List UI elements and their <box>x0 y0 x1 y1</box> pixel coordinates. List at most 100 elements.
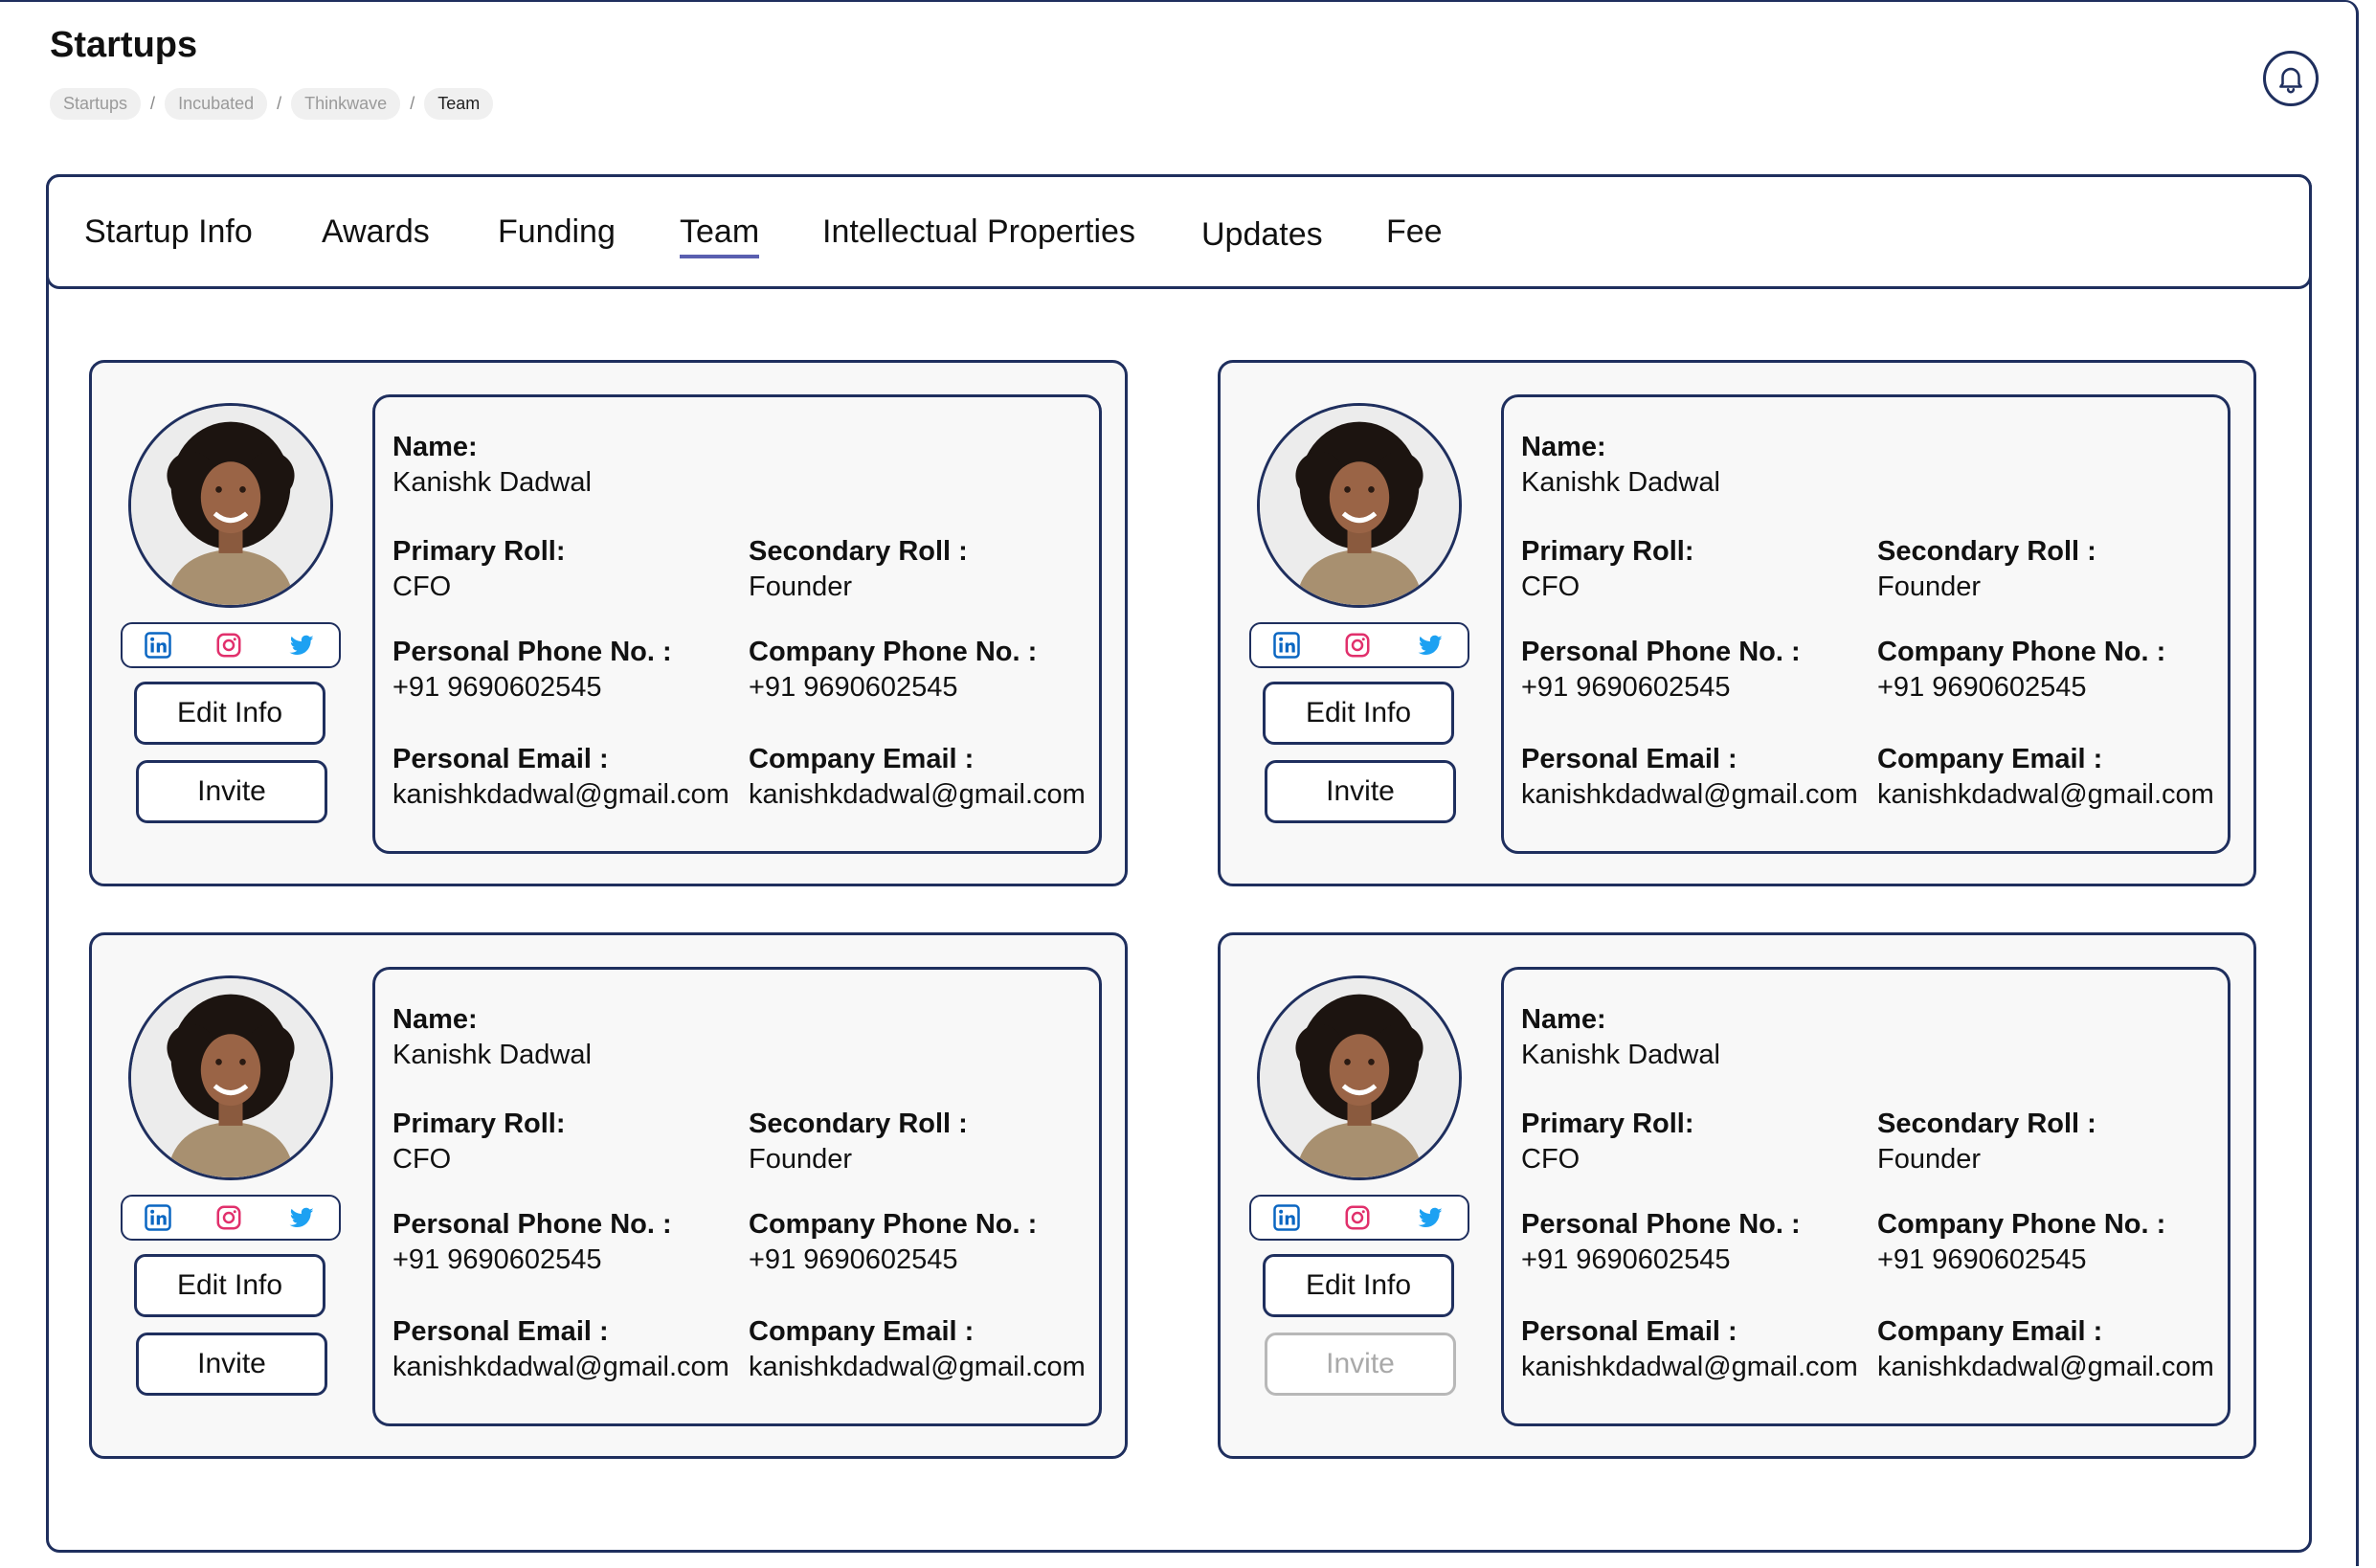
personal-email-label: Personal Email : <box>1521 1316 1737 1347</box>
invite-button[interactable]: Invite <box>136 1333 327 1396</box>
company-phone-value: +91 9690602545 <box>1877 672 2087 703</box>
personal-email-label: Personal Email : <box>1521 744 1737 774</box>
breadcrumb-separator: / <box>150 94 156 113</box>
secondary-roll-label: Secondary Roll : <box>1877 1109 2096 1139</box>
personal-phone-value: +91 9690602545 <box>1521 1244 1731 1275</box>
company-email-label: Company Email : <box>749 744 975 774</box>
member-name: Kanishk Dadwal <box>392 467 592 498</box>
edit-info-button[interactable]: Edit Info <box>134 682 325 745</box>
notification-button[interactable] <box>2263 51 2319 106</box>
instagram-icon[interactable] <box>214 1203 243 1232</box>
personal-email-value: kanishkdadwal@gmail.com <box>392 1352 729 1382</box>
twitter-icon[interactable] <box>285 631 318 660</box>
member-name: Kanishk Dadwal <box>1521 467 1720 498</box>
social-links <box>121 1195 341 1241</box>
breadcrumb: Startups / Incubated / Thinkwave / Team <box>50 88 494 120</box>
member-info-box: Name: Kanishk Dadwal Primary Roll: CFO S… <box>1501 967 2230 1426</box>
twitter-icon[interactable] <box>1414 631 1446 660</box>
tab-intellectual-properties[interactable]: Intellectual Properties <box>822 213 1135 251</box>
avatar <box>1257 403 1462 608</box>
secondary-roll-label: Secondary Roll : <box>1877 536 2096 567</box>
primary-roll-label: Primary Roll: <box>1521 1109 1694 1139</box>
company-email-value: kanishkdadwal@gmail.com <box>749 779 1086 810</box>
company-phone-label: Company Phone No. : <box>1877 1209 2166 1240</box>
primary-roll-label: Primary Roll: <box>1521 536 1694 567</box>
secondary-roll-label: Secondary Roll : <box>749 536 968 567</box>
name-label: Name: <box>392 1004 478 1035</box>
team-member-card: Edit Info Invite Name: Kanishk Dadwal Pr… <box>89 360 1128 886</box>
company-phone-value: +91 9690602545 <box>749 672 958 703</box>
linkedin-icon[interactable] <box>144 1203 172 1232</box>
invite-button: Invite <box>1265 1333 1456 1396</box>
edit-info-button[interactable]: Edit Info <box>1263 682 1454 745</box>
personal-phone-label: Personal Phone No. : <box>392 1209 672 1240</box>
avatar-illustration <box>131 978 330 1177</box>
tab-bar: Startup Info Awards Funding Team Intelle… <box>46 174 2312 289</box>
breadcrumb-separator: / <box>410 94 415 113</box>
company-phone-value: +91 9690602545 <box>749 1244 958 1275</box>
name-label: Name: <box>392 432 478 462</box>
personal-phone-value: +91 9690602545 <box>392 1244 602 1275</box>
avatar-illustration <box>1260 406 1459 605</box>
invite-button[interactable]: Invite <box>136 760 327 823</box>
tab-startup-info[interactable]: Startup Info <box>84 213 253 251</box>
team-member-card: Edit Info Invite Name: Kanishk Dadwal Pr… <box>1218 360 2256 886</box>
company-email-value: kanishkdadwal@gmail.com <box>1877 1352 2214 1382</box>
breadcrumb-incubated[interactable]: Incubated <box>165 88 268 120</box>
twitter-icon[interactable] <box>1414 1203 1446 1232</box>
tab-fee[interactable]: Fee <box>1386 213 1443 251</box>
secondary-roll-value: Founder <box>1877 571 1982 602</box>
avatar <box>128 975 333 1180</box>
invite-button[interactable]: Invite <box>1265 760 1456 823</box>
linkedin-icon[interactable] <box>144 631 172 660</box>
company-phone-value: +91 9690602545 <box>1877 1244 2087 1275</box>
breadcrumb-thinkwave[interactable]: Thinkwave <box>291 88 401 120</box>
member-info-box: Name: Kanishk Dadwal Primary Roll: CFO S… <box>372 394 1102 854</box>
avatar-illustration <box>1260 978 1459 1177</box>
linkedin-icon[interactable] <box>1272 631 1301 660</box>
member-info-box: Name: Kanishk Dadwal Primary Roll: CFO S… <box>372 967 1102 1426</box>
company-email-value: kanishkdadwal@gmail.com <box>749 1352 1086 1382</box>
personal-phone-label: Personal Phone No. : <box>1521 637 1801 667</box>
team-member-card: Edit Info Invite Name: Kanishk Dadwal Pr… <box>89 932 1128 1459</box>
company-email-label: Company Email : <box>1877 1316 2103 1347</box>
tab-team[interactable]: Team <box>680 213 760 258</box>
name-label: Name: <box>1521 1004 1606 1035</box>
tab-awards[interactable]: Awards <box>322 213 430 251</box>
member-name: Kanishk Dadwal <box>1521 1040 1720 1070</box>
primary-roll-label: Primary Roll: <box>392 1109 566 1139</box>
twitter-icon[interactable] <box>285 1203 318 1232</box>
personal-phone-value: +91 9690602545 <box>392 672 602 703</box>
secondary-roll-value: Founder <box>749 1144 853 1175</box>
instagram-icon[interactable] <box>1343 631 1372 660</box>
avatar <box>1257 975 1462 1180</box>
social-links <box>1249 622 1469 668</box>
instagram-icon[interactable] <box>214 631 243 660</box>
avatar-illustration <box>131 406 330 605</box>
tab-funding[interactable]: Funding <box>498 213 616 251</box>
personal-email-value: kanishkdadwal@gmail.com <box>1521 1352 1858 1382</box>
company-email-value: kanishkdadwal@gmail.com <box>1877 779 2214 810</box>
tab-updates[interactable]: Updates <box>1201 216 1323 254</box>
primary-roll-value: CFO <box>392 1144 452 1175</box>
name-label: Name: <box>1521 432 1606 462</box>
linkedin-icon[interactable] <box>1272 1203 1301 1232</box>
edit-info-button[interactable]: Edit Info <box>134 1254 325 1317</box>
company-phone-label: Company Phone No. : <box>749 1209 1038 1240</box>
breadcrumb-team[interactable]: Team <box>424 88 494 120</box>
breadcrumb-startups[interactable]: Startups <box>50 88 142 120</box>
primary-roll-label: Primary Roll: <box>392 536 566 567</box>
company-email-label: Company Email : <box>1877 744 2103 774</box>
instagram-icon[interactable] <box>1343 1203 1372 1232</box>
personal-email-value: kanishkdadwal@gmail.com <box>392 779 729 810</box>
company-phone-label: Company Phone No. : <box>1877 637 2166 667</box>
avatar <box>128 403 333 608</box>
company-phone-label: Company Phone No. : <box>749 637 1038 667</box>
member-name: Kanishk Dadwal <box>392 1040 592 1070</box>
personal-phone-label: Personal Phone No. : <box>392 637 672 667</box>
company-email-label: Company Email : <box>749 1316 975 1347</box>
primary-roll-value: CFO <box>392 571 452 602</box>
personal-email-label: Personal Email : <box>392 744 609 774</box>
edit-info-button[interactable]: Edit Info <box>1263 1254 1454 1317</box>
page-title: Startups <box>50 25 198 65</box>
